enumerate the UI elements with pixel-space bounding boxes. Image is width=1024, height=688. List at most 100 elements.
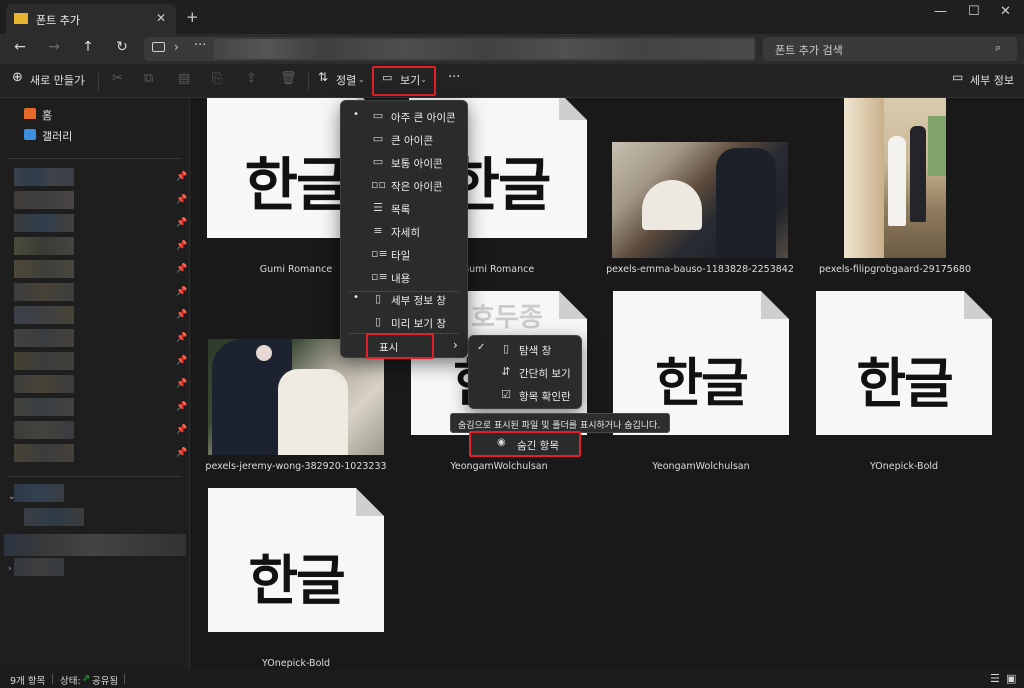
sort-button[interactable]: 정렬 (336, 72, 356, 88)
divider (308, 73, 309, 91)
breadcrumb-blurred (214, 39, 754, 59)
photo-thumbnail[interactable] (612, 142, 788, 258)
file-name[interactable]: YeongamWolchulsan (411, 461, 587, 472)
menu-item-label: 타일 (391, 250, 411, 262)
blurred-item[interactable] (14, 421, 74, 439)
blurred-item[interactable] (14, 375, 74, 393)
item-count: 9개 항목 (10, 676, 46, 687)
chevron-right-icon[interactable]: › (174, 40, 179, 54)
large-icons-view-icon[interactable]: ▣ (1006, 672, 1016, 685)
file-name[interactable]: pexels-filipgrobgaard-29175680 (811, 264, 979, 275)
file-name[interactable]: YeongamWolchulsan (613, 461, 789, 472)
blurred-item[interactable] (14, 191, 74, 209)
font-preview-glyph: 한글 (655, 354, 749, 414)
new-tab-button[interactable]: + (186, 8, 199, 26)
blurred-item[interactable] (14, 329, 74, 347)
menu-item-small-icons[interactable]: ▫▫ 작은 아이콘 (341, 174, 467, 196)
forward-button[interactable]: → (44, 39, 64, 55)
navigation-pane: 홈 갤러리 📌 📌 📌 📌 📌 📌 📌 📌 📌 📌 📌 📌 📌 ⌄ › (0, 98, 190, 670)
pin-icon: 📌 (176, 448, 188, 458)
view-menu: • ▭ 아주 큰 아이콘 ▭ 큰 아이콘 ▭ 보통 아이콘 ▫▫ 작은 아이콘 … (340, 100, 468, 358)
sidebar-divider (8, 476, 182, 477)
show-item-highlight (366, 333, 434, 359)
address-bar[interactable]: › ··· (144, 37, 756, 61)
address-row: ← → ↑ ↻ › ··· 폰트 추가 검색 ⌕ (0, 34, 1024, 64)
page-fold (761, 291, 789, 319)
details-button[interactable]: 세부 정보 (970, 72, 1014, 88)
menu-item-list[interactable]: ☰ 목록 (341, 197, 467, 219)
status-bar: 9개 항목 상태: ⇗ 공유됨 ☰ ▣ (0, 670, 1024, 688)
menu-item-large-icons[interactable]: ▭ 큰 아이콘 (341, 128, 467, 150)
blurred-item[interactable] (14, 306, 74, 324)
tab-font-add[interactable]: 폰트 추가 ✕ (6, 4, 176, 34)
folder-icon (14, 13, 28, 24)
menu-item-compact-view[interactable]: ⇵ 간단히 보기 (469, 361, 581, 383)
share-icon[interactable]: ⇪ (246, 71, 257, 86)
menu-item-label: 세부 정보 창 (391, 295, 446, 307)
details-view-icon[interactable]: ☰ (990, 672, 1000, 685)
more-options-button[interactable]: ··· (448, 70, 460, 85)
pin-icon: 📌 (176, 218, 188, 228)
divider (98, 73, 99, 91)
maximize-button[interactable]: ☐ (968, 4, 980, 19)
collapse-chevron-icon[interactable]: › (8, 564, 12, 574)
tiles-icon: ▫≡ (371, 247, 388, 260)
copy-icon[interactable]: ⧉ (144, 71, 153, 86)
photo-thumbnail[interactable] (844, 98, 946, 258)
pin-icon: 📌 (176, 172, 188, 182)
minimize-button[interactable]: — (934, 4, 947, 19)
search-input[interactable]: 폰트 추가 검색 ⌕ (763, 37, 1017, 61)
menu-item-details[interactable]: ≡ 자세히 (341, 220, 467, 242)
blurred-item[interactable] (14, 352, 74, 370)
close-tab-icon[interactable]: ✕ (156, 11, 166, 25)
menu-item-navigation-pane[interactable]: ✓ ▯ 탐색 창 (469, 338, 581, 360)
menu-item-tiles[interactable]: ▫≡ 타일 (341, 243, 467, 265)
pin-icon: 📌 (176, 379, 188, 389)
menu-item-preview-pane[interactable]: ▯ 미리 보기 창 (341, 311, 467, 333)
rename-icon[interactable]: ⎘ (212, 71, 222, 86)
new-chevron-icon: ⌄ (80, 75, 87, 84)
blurred-item[interactable] (14, 260, 74, 278)
blurred-item[interactable] (14, 283, 74, 301)
file-item[interactable]: 한글 (816, 291, 992, 435)
blurred-item[interactable] (14, 214, 74, 232)
sort-chevron-icon: ⌄ (358, 75, 365, 84)
watermark-glyph: 호두종 (471, 303, 543, 333)
menu-item-label: 큰 아이콘 (391, 135, 433, 147)
search-placeholder: 폰트 추가 검색 (775, 44, 843, 57)
extra-large-icons-icon: ▭ (372, 109, 384, 122)
blurred-item[interactable] (14, 444, 74, 462)
menu-item-medium-icons[interactable]: ▭ 보통 아이콘 (341, 151, 467, 173)
paste-icon[interactable]: ▤ (178, 71, 190, 86)
compact-view-icon: ⇵ (501, 365, 511, 378)
small-icons-icon: ▫▫ (371, 178, 386, 191)
search-icon: ⌕ (995, 41, 1002, 54)
blurred-item[interactable] (24, 508, 84, 526)
menu-item-item-checkboxes[interactable]: ☑ 항목 확인란 (469, 384, 581, 406)
blurred-item[interactable] (14, 237, 74, 255)
file-item[interactable]: 한글 (208, 488, 384, 632)
file-name[interactable]: pexels-jeremy-wong-382920-1023233 (199, 461, 393, 472)
up-button[interactable]: ↑ (78, 39, 98, 55)
new-button[interactable]: 새로 만들기 (30, 72, 84, 88)
refresh-button[interactable]: ↻ (112, 39, 132, 55)
blurred-item[interactable] (14, 484, 64, 502)
close-window-button[interactable]: ✕ (1000, 4, 1011, 19)
file-name[interactable]: YOnepick-Bold (208, 658, 384, 669)
menu-item-content[interactable]: ▫≡ 내용 (341, 266, 467, 288)
blurred-item[interactable] (14, 558, 64, 576)
back-button[interactable]: ← (10, 39, 30, 55)
blurred-item[interactable] (14, 398, 74, 416)
blurred-item[interactable] (14, 168, 74, 186)
breadcrumb-overflow-icon[interactable]: ··· (194, 38, 206, 53)
menu-item-details-pane[interactable]: • ▯ 세부 정보 창 (341, 288, 467, 310)
delete-icon[interactable]: 🗑 (280, 71, 297, 86)
file-name[interactable]: YOnepick-Bold (816, 461, 992, 472)
file-name[interactable]: pexels-emma-bauso-1183828-2253842 (603, 264, 797, 275)
sidebar-item-home[interactable]: 홈 (42, 107, 52, 123)
sidebar-item-gallery[interactable]: 갤러리 (42, 128, 72, 144)
cut-icon[interactable]: ✂ (112, 71, 123, 86)
menu-item-extra-large-icons[interactable]: • ▭ 아주 큰 아이콘 (341, 105, 467, 127)
status-divider (52, 674, 53, 684)
blurred-selected-item[interactable] (4, 534, 186, 556)
